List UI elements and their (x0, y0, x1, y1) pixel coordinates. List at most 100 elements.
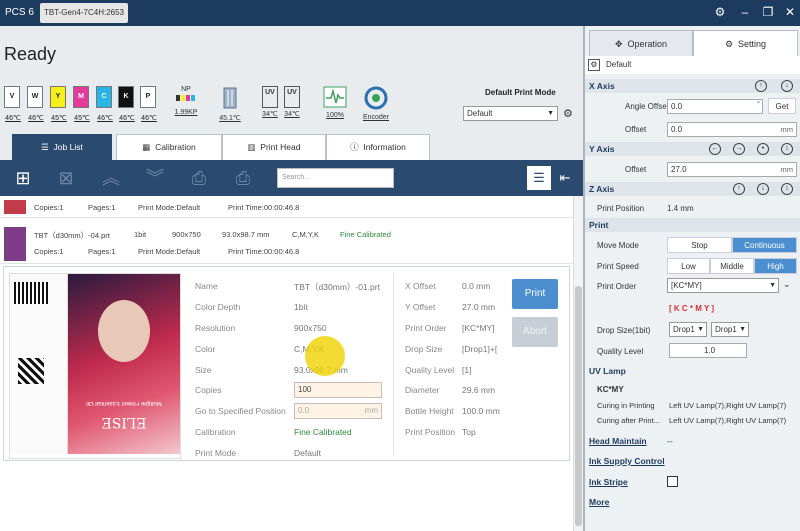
head-maintain-header[interactable]: Head Maintain -- (585, 434, 800, 448)
tab-job-list[interactable]: ☰ Job List (12, 134, 112, 160)
home-icon[interactable]: • (757, 143, 769, 155)
printer-icon[interactable]: ⎙ (188, 166, 210, 190)
board-temp-icon (223, 87, 237, 109)
tab-calibration[interactable]: ▦ Calibration (116, 134, 222, 160)
goto-position-input[interactable]: 0.0 mm (294, 403, 382, 419)
signal-indicator: 100% (322, 86, 348, 119)
speed-middle-button[interactable]: Middle (710, 258, 754, 274)
more-header[interactable]: More (585, 495, 800, 509)
arrow-down-icon[interactable]: ↓ (757, 183, 769, 195)
angle-unit: ° (757, 99, 760, 108)
x-offset-label: X Offset (405, 281, 436, 291)
print-mode-value: Default (467, 109, 493, 118)
arrow-left-icon[interactable]: ← (709, 143, 721, 155)
ink-supply-header[interactable]: Ink Supply Control (585, 454, 800, 468)
uv1-temp: 34℃ (262, 111, 278, 118)
diameter-label: Diameter (405, 385, 440, 395)
scrollbar-thumb[interactable] (575, 286, 582, 526)
chevron-down-icon[interactable]: ⌄ (783, 279, 791, 290)
gear-icon[interactable]: ⚙ (712, 5, 728, 19)
more-title: More (589, 497, 610, 507)
tab-print-head[interactable]: ▥ Print Head (222, 134, 326, 160)
job-thumbnail (4, 227, 26, 261)
copies-input[interactable]: 100 (294, 382, 382, 398)
ink-temp: 46℃ (97, 115, 113, 122)
arrow-up-icon[interactable]: ↑ (755, 80, 767, 92)
job-bit: 1bit (134, 230, 147, 239)
name-value: TBT（d30mm）-01.prt (294, 282, 380, 292)
move-mode-label: Move Mode (597, 241, 639, 250)
restore-icon[interactable]: ❐ (760, 5, 776, 19)
continuous-button[interactable]: Continuous (732, 237, 797, 253)
tab-setting[interactable]: ⚙ Setting (693, 30, 798, 56)
print-position-value: Top (462, 427, 476, 437)
arrow-right-icon[interactable]: → (733, 143, 745, 155)
settings-icon[interactable]: ⚙ (588, 59, 600, 71)
delete-file-icon[interactable]: ⊠ (55, 166, 77, 190)
job-detail-panel: ELISE Multiple Flower Essential Oil Name… (3, 266, 570, 461)
uv-lamp-title: UV Lamp (589, 366, 626, 376)
printer-tab[interactable]: TBT-Gen4-7C4H:2653 (40, 3, 128, 23)
arrow-down-icon[interactable]: ↓ (781, 80, 793, 92)
speed-high-button[interactable]: High (754, 258, 797, 274)
tab-label: Information (363, 142, 406, 152)
abort-button[interactable]: Abort (512, 317, 558, 347)
face-shape (98, 300, 150, 362)
y-offset-unit: mm (780, 165, 794, 174)
diameter-value: 29.6 mm (462, 385, 496, 395)
encoder-icon (364, 86, 388, 110)
uv2-temp: 34℃ (284, 111, 300, 118)
add-file-icon[interactable]: ⊞ (12, 166, 34, 190)
thumbnail-title: ELISE (101, 414, 147, 430)
job-row[interactable]: Copies:1 Pages:1 Print Mode:Default Prin… (0, 196, 573, 218)
np-indicator: NP 1.99KP (172, 86, 200, 116)
ink-stripe-header: Ink Stripe (585, 475, 800, 489)
close-icon[interactable]: ✕ (782, 5, 798, 19)
speed-low-button[interactable]: Low (667, 258, 710, 274)
print-mode-label: Default Print Mode (485, 88, 556, 97)
drop-size-select-1[interactable]: Drop1 ▼ (669, 322, 707, 337)
print-order-value: [KC*MY] (462, 323, 495, 333)
printer-settings-icon[interactable]: ⎙ (232, 166, 254, 190)
ink-temp: 46℃ (119, 115, 135, 122)
angle-offset-input[interactable]: 0.0 (667, 99, 763, 114)
print-mode-select[interactable]: Default ▼ (463, 106, 558, 121)
move-down-icon[interactable]: ︾ (144, 166, 166, 190)
print-button[interactable]: Print (512, 279, 558, 309)
quality-level-input[interactable]: 1.0 (669, 343, 747, 358)
drop-size-select-2[interactable]: Drop1 ▼ (711, 322, 749, 337)
get-button[interactable]: Get (768, 98, 796, 114)
calibration-value: Fine Calibrated (294, 427, 352, 437)
print-order-select[interactable]: [KC*MY] ▼ (667, 278, 779, 293)
ink-temp: 46℃ (5, 115, 21, 122)
bottle-height-label: Bottle Height (405, 406, 454, 416)
minimize-icon[interactable]: – (737, 5, 753, 19)
stop-button[interactable]: Stop (667, 237, 732, 253)
search-input[interactable]: Search... (277, 168, 394, 188)
chevron-down-icon: ▼ (769, 282, 776, 289)
y-offset-input[interactable]: 27.0 mm (667, 162, 797, 177)
arrow-vertical-icon[interactable]: ↕ (781, 183, 793, 195)
x-offset-input[interactable]: 0.0 mm (667, 122, 797, 137)
color-depth-value: 1bit (294, 302, 308, 312)
ink-stripe-checkbox[interactable] (667, 476, 678, 487)
tab-information[interactable]: ⓘ Information (326, 134, 430, 160)
arrow-up-icon[interactable]: ↑ (733, 183, 745, 195)
uv1-indicator: UV 34℃ (258, 86, 282, 118)
color-depth-label: Color Depth (195, 302, 241, 312)
ink-temp: 45℃ (51, 115, 67, 122)
tab-operation[interactable]: ✥ Operation (589, 30, 693, 56)
goto-position-unit: mm (364, 406, 378, 415)
ink-code: M (73, 86, 89, 108)
move-up-icon[interactable]: ︽ (100, 166, 122, 190)
list-view-icon[interactable]: ☰ (527, 166, 551, 190)
np-label: NP (181, 86, 191, 93)
print-mode-gear-icon[interactable]: ⚙ (563, 107, 573, 120)
detail-view-icon[interactable]: ⇤ (553, 166, 577, 190)
job-list-scrollbar[interactable] (573, 196, 583, 531)
arrow-vertical-icon[interactable]: ↕ (781, 143, 793, 155)
default-label: Default (606, 60, 632, 69)
print-position-label: Print Position (597, 204, 645, 213)
job-row[interactable]: TBT（d30mm）-04.prt 1bit 900x750 93.0x98.7… (0, 224, 573, 264)
gear-icon: ⚙ (724, 39, 734, 49)
